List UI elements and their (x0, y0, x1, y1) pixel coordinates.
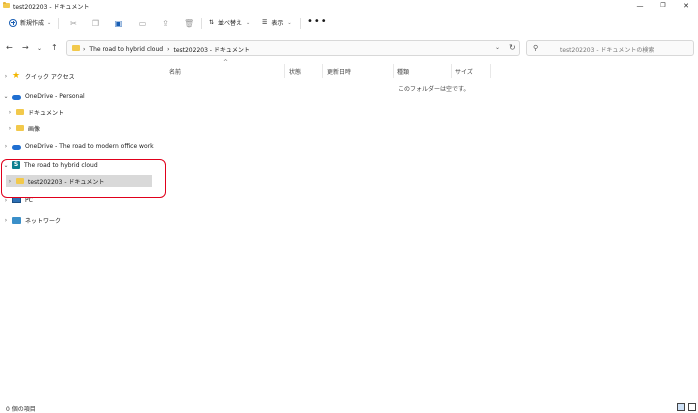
minimize-button[interactable]: — (634, 1, 646, 11)
column-header-status[interactable]: 状態 (289, 67, 301, 76)
sidebar-item-pictures[interactable]: › 画像 (6, 123, 40, 133)
sidebar-item-documents[interactable]: › ドキュメント (6, 107, 64, 117)
sidebar-item-label: ネットワーク (25, 217, 62, 225)
sidebar-item-onedrive-modern-office[interactable]: › OneDrive - The road to modern office w… (2, 141, 154, 151)
search-placeholder: test202203 - ドキュメントの検索 (560, 47, 655, 54)
view-icon: ☰ (262, 19, 268, 26)
window-title: test202203 - ドキュメント (13, 4, 90, 11)
refresh-icon[interactable]: ↻ (509, 43, 516, 52)
more-options-button[interactable]: ••• (307, 16, 328, 27)
forward-arrow-icon[interactable]: → (22, 43, 29, 52)
toolbar-divider (300, 18, 301, 29)
tiles-view-button[interactable] (688, 403, 696, 411)
cloud-icon (12, 144, 21, 150)
chevron-down-icon: ⌄ (47, 19, 52, 26)
search-input[interactable]: ⚲ test202203 - ドキュメントの検索 (526, 40, 694, 56)
folder-icon (16, 125, 24, 131)
paste-icon[interactable]: ▣ (114, 19, 123, 28)
address-bar[interactable]: › The road to hybrid cloud › test202203 … (66, 40, 520, 56)
chevron-right-icon[interactable]: › (2, 143, 10, 150)
breadcrumb-separator: › (167, 46, 170, 53)
rename-icon[interactable]: ▭ (138, 19, 147, 28)
address-row: ← → ⌄ ↑ › The road to hybrid cloud › tes… (0, 37, 698, 61)
back-arrow-icon[interactable]: ← (6, 43, 13, 52)
new-label: 新規作成 (20, 20, 45, 27)
breadcrumb-separator: › (83, 46, 86, 53)
copy-icon[interactable]: ❐ (91, 19, 100, 28)
up-arrow-icon[interactable]: ↑ (51, 43, 58, 52)
sidebar-item-onedrive-personal[interactable]: ⌄ OneDrive - Personal (2, 91, 85, 101)
chevron-down-icon: ⌄ (287, 19, 292, 26)
sidebar-item-label: クイック アクセス (25, 73, 75, 81)
sort-ascending-icon: ^ (223, 59, 229, 66)
breadcrumb: › The road to hybrid cloud › test202203 … (83, 45, 250, 54)
add-icon (9, 18, 17, 27)
chevron-right-icon[interactable]: › (6, 109, 14, 116)
chevron-down-icon[interactable]: ⌄ (2, 93, 10, 100)
breadcrumb-item[interactable]: test202203 - ドキュメント (173, 45, 249, 54)
column-divider[interactable] (393, 64, 394, 78)
sort-label: 並べ替え (218, 20, 243, 27)
folder-icon (16, 109, 24, 115)
title-bar: test202203 - ドキュメント — ❐ ✕ (0, 0, 698, 13)
sidebar-item-quick-access[interactable]: › ★ クイック アクセス (2, 71, 75, 81)
sidebar-item-label: OneDrive - The road to modern office wor… (25, 142, 154, 150)
chevron-down-icon: ⌄ (246, 19, 251, 26)
search-icon: ⚲ (533, 44, 539, 52)
delete-icon[interactable]: 🗑 (184, 19, 194, 28)
recent-chevron-icon[interactable]: ⌄ (37, 45, 42, 52)
command-bar: 新規作成 ⌄ ✂ ❐ ▣ ▭ ⇪ 🗑 ⇅ 並べ替え ⌄ ☰ 表示 ⌄ ••• (0, 14, 698, 34)
sort-button[interactable]: ⇅ 並べ替え ⌄ (209, 18, 250, 27)
cut-icon[interactable]: ✂ (69, 19, 78, 28)
sidebar-item-label: ドキュメント (28, 109, 65, 117)
empty-folder-message: このフォルダーは空です。 (398, 86, 470, 93)
chevron-right-icon[interactable]: › (2, 217, 10, 224)
chevron-right-icon[interactable]: › (6, 125, 14, 132)
item-count: 0 個の項目 (6, 406, 36, 413)
sort-icon: ⇅ (209, 19, 215, 26)
folder-icon (72, 45, 80, 51)
column-header-name[interactable]: 名前 (169, 67, 181, 76)
column-divider[interactable] (284, 64, 285, 78)
network-icon (12, 216, 21, 224)
folder-icon (3, 2, 10, 8)
column-header-modified[interactable]: 更新日時 (327, 67, 351, 76)
column-divider[interactable] (451, 64, 452, 78)
view-label: 表示 (271, 20, 284, 27)
star-icon: ★ (12, 70, 21, 81)
chevron-down-icon[interactable]: ⌄ (495, 44, 500, 51)
highlight-annotation (1, 159, 166, 198)
share-icon[interactable]: ⇪ (161, 19, 170, 28)
toolbar-divider (201, 18, 202, 29)
cloud-icon (12, 94, 21, 100)
new-button[interactable]: 新規作成 ⌄ (9, 18, 51, 27)
column-header-size[interactable]: サイズ (455, 67, 473, 76)
chevron-right-icon[interactable]: › (2, 73, 10, 80)
sidebar-item-label: 画像 (28, 125, 41, 133)
sidebar-item-network[interactable]: › ネットワーク (2, 215, 61, 225)
sidebar-item-label: OneDrive - Personal (25, 92, 85, 100)
view-button[interactable]: ☰ 表示 ⌄ (262, 18, 292, 27)
column-header-type[interactable]: 種類 (397, 67, 409, 76)
toolbar-divider (58, 18, 59, 29)
status-bar: 0 個の項目 (0, 400, 698, 413)
breadcrumb-item[interactable]: The road to hybrid cloud (89, 46, 163, 53)
close-button[interactable]: ✕ (680, 1, 692, 11)
column-divider[interactable] (490, 64, 491, 78)
details-view-button[interactable] (677, 403, 685, 411)
navigation-pane: › ★ クイック アクセス ⌄ OneDrive - Personal › ドキ… (0, 64, 157, 399)
maximize-button[interactable]: ❐ (657, 1, 669, 11)
column-divider[interactable] (322, 64, 323, 78)
